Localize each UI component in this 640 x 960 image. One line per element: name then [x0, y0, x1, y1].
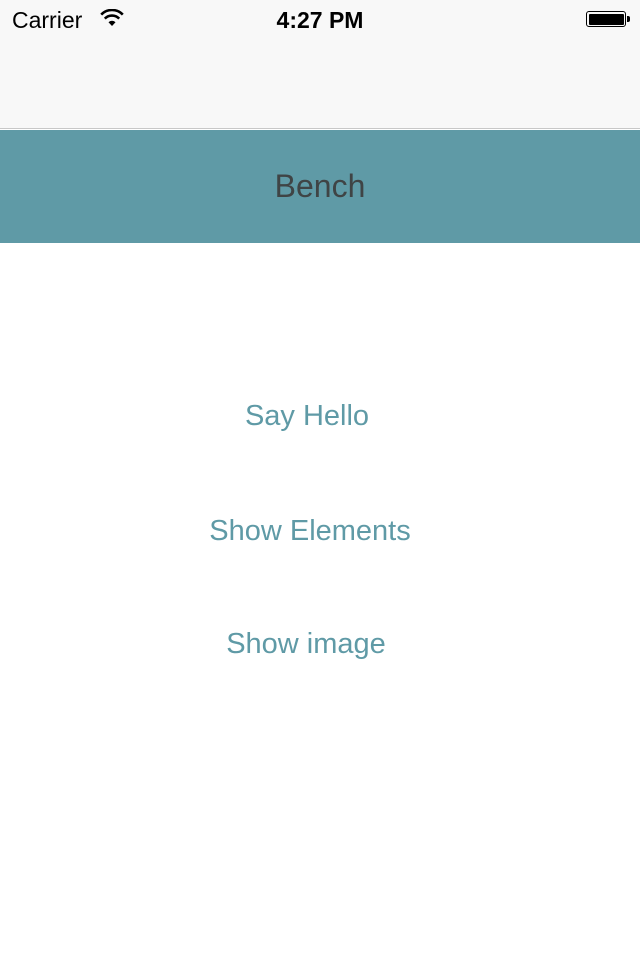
status-bar: Carrier 4:27 PM: [0, 0, 640, 40]
say-hello-button[interactable]: Say Hello: [0, 400, 614, 433]
battery-icon: [586, 11, 630, 27]
show-elements-button[interactable]: Show Elements: [0, 515, 620, 548]
show-image-button[interactable]: Show image: [0, 628, 612, 661]
status-time: 4:27 PM: [276, 7, 364, 33]
header-bar: Bench: [0, 130, 640, 243]
header-title: Bench: [274, 168, 366, 204]
navigation-bar: [0, 40, 640, 129]
